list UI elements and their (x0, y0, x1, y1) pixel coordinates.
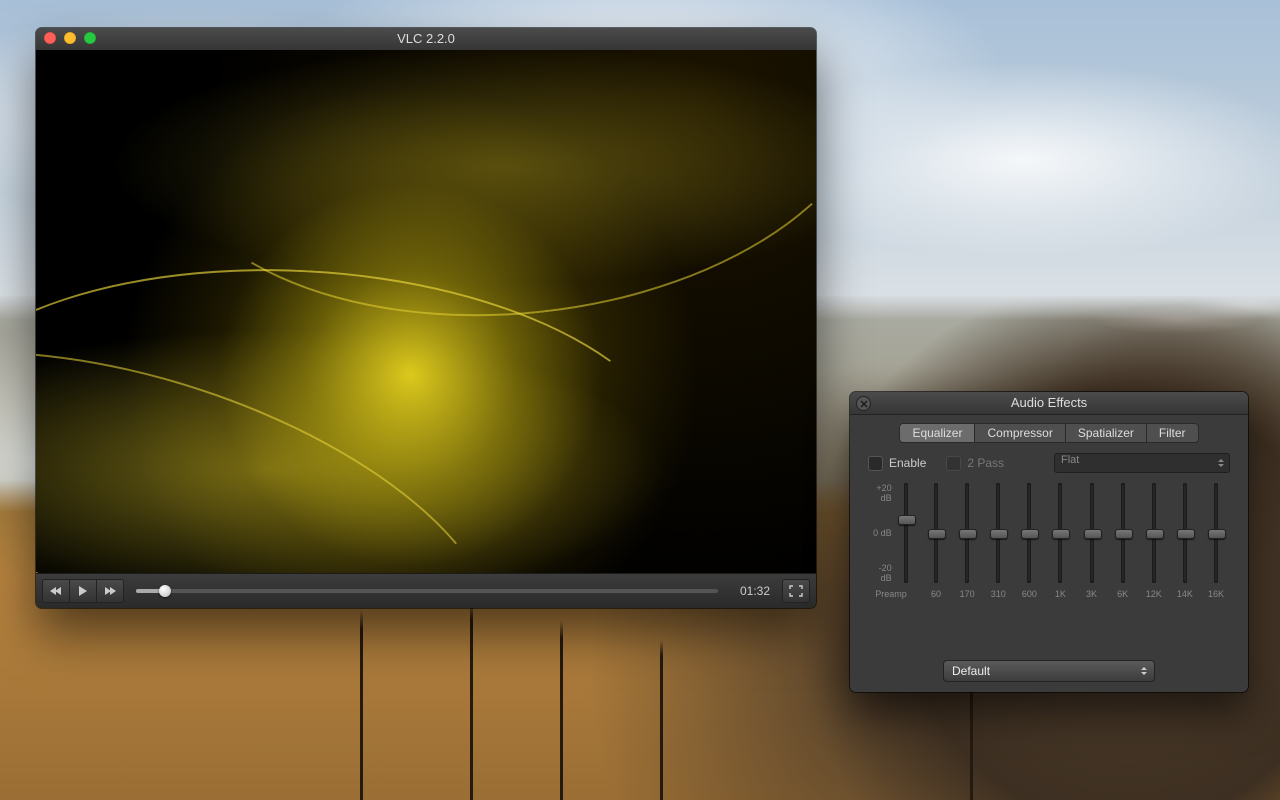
window-close-button[interactable] (44, 32, 56, 44)
profile-select[interactable]: Default (943, 660, 1155, 682)
panel-close-button[interactable] (856, 396, 871, 411)
slider-knob[interactable] (990, 529, 1008, 539)
controls-bar: 01:32 (36, 573, 816, 608)
slider-knob[interactable] (1115, 529, 1133, 539)
enable-label: Enable (889, 456, 926, 470)
panel-title: Audio Effects (1011, 395, 1087, 410)
eq-band: 14K (1171, 483, 1199, 599)
slider-knob[interactable] (1177, 529, 1195, 539)
previous-button[interactable] (42, 579, 70, 603)
eq-band-label: 1K (1055, 589, 1066, 599)
dropdown-arrows-icon (1216, 455, 1226, 471)
preset-select[interactable]: Flat (1054, 453, 1230, 473)
time-elapsed: 01:32 (730, 584, 780, 598)
eq-band: 1K (1046, 483, 1074, 599)
vlc-player-window: VLC 2.2.0 01:32 (36, 28, 816, 608)
preamp-slider[interactable] (898, 483, 914, 583)
profile-value: Default (952, 664, 990, 678)
preset-value: Flat (1061, 454, 1079, 466)
eq-band-slider[interactable] (988, 483, 1008, 583)
window-zoom-button[interactable] (84, 32, 96, 44)
eq-band-label: 60 (931, 589, 941, 599)
tab-equalizer[interactable]: Equalizer (899, 423, 975, 443)
two-pass-checkbox[interactable] (946, 456, 961, 471)
tab-filter[interactable]: Filter (1147, 423, 1199, 443)
wallpaper-detail (360, 610, 363, 800)
slider-knob[interactable] (1084, 529, 1102, 539)
close-icon (860, 400, 868, 408)
tab-compressor[interactable]: Compressor (975, 423, 1065, 443)
eq-band: 3K (1078, 483, 1106, 599)
audio-effects-window: Audio Effects Equalizer Compressor Spati… (850, 392, 1248, 692)
play-button[interactable] (70, 579, 97, 603)
seek-knob[interactable] (159, 585, 171, 597)
wallpaper-detail (560, 620, 563, 800)
eq-band: 310 (984, 483, 1012, 599)
slider-knob[interactable] (1052, 529, 1070, 539)
slider-knob[interactable] (1146, 529, 1164, 539)
slider-knob[interactable] (928, 529, 946, 539)
slider-knob[interactable] (1208, 529, 1226, 539)
seek-slider[interactable] (136, 589, 718, 593)
eq-band-label: 16K (1208, 589, 1224, 599)
preamp-label: Preamp (875, 589, 907, 599)
eq-band-slider[interactable] (1175, 483, 1195, 583)
panel-titlebar[interactable]: Audio Effects (850, 392, 1248, 415)
equalizer-area: +20 dB 0 dB -20 dB Preamp 60 170 310 600 1K 3… (850, 477, 1248, 599)
slider-knob[interactable] (959, 529, 977, 539)
eq-band-slider[interactable] (1206, 483, 1226, 583)
eq-band-label: 170 (960, 589, 975, 599)
eq-band: 6K (1109, 483, 1137, 599)
wallpaper-detail (660, 640, 663, 800)
eq-band-slider[interactable] (1050, 483, 1070, 583)
slider-knob[interactable] (1021, 529, 1039, 539)
next-button[interactable] (97, 579, 124, 603)
dropdown-arrows-icon (1139, 663, 1149, 679)
eq-band-label: 14K (1177, 589, 1193, 599)
skip-forward-icon (105, 587, 115, 595)
eq-band: 16K (1202, 483, 1230, 599)
window-title: VLC 2.2.0 (36, 28, 816, 50)
eq-band-slider[interactable] (1019, 483, 1039, 583)
eq-band-label: 600 (1022, 589, 1037, 599)
eq-band-slider[interactable] (1082, 483, 1102, 583)
eq-band: 12K (1140, 483, 1168, 599)
skip-back-icon (51, 587, 61, 595)
eq-band-slider[interactable] (926, 483, 946, 583)
two-pass-label: 2 Pass (967, 456, 1004, 470)
slider-knob[interactable] (898, 515, 916, 525)
eq-band-label: 310 (991, 589, 1006, 599)
tab-spatializer[interactable]: Spatializer (1066, 423, 1147, 443)
eq-band-label: 3K (1086, 589, 1097, 599)
wallpaper-detail (970, 680, 973, 800)
fullscreen-button[interactable] (782, 579, 810, 603)
titlebar[interactable]: VLC 2.2.0 (36, 28, 816, 51)
eq-band-label: 12K (1146, 589, 1162, 599)
slider-track (904, 483, 908, 583)
eq-band-slider[interactable] (1113, 483, 1133, 583)
effects-tabs: Equalizer Compressor Spatializer Filter (850, 415, 1248, 449)
eq-band: 600 (1015, 483, 1043, 599)
window-minimize-button[interactable] (64, 32, 76, 44)
eq-band: 60 (922, 483, 950, 599)
play-icon (79, 586, 87, 596)
wallpaper-detail (470, 600, 473, 800)
eq-band-label: 6K (1117, 589, 1128, 599)
eq-band: 170 (953, 483, 981, 599)
eq-band-slider[interactable] (957, 483, 977, 583)
eq-band-slider[interactable] (1144, 483, 1164, 583)
fullscreen-icon (789, 585, 803, 597)
enable-checkbox[interactable] (868, 456, 883, 471)
video-canvas[interactable] (36, 50, 816, 574)
db-scale: +20 dB 0 dB -20 dB (868, 483, 892, 583)
